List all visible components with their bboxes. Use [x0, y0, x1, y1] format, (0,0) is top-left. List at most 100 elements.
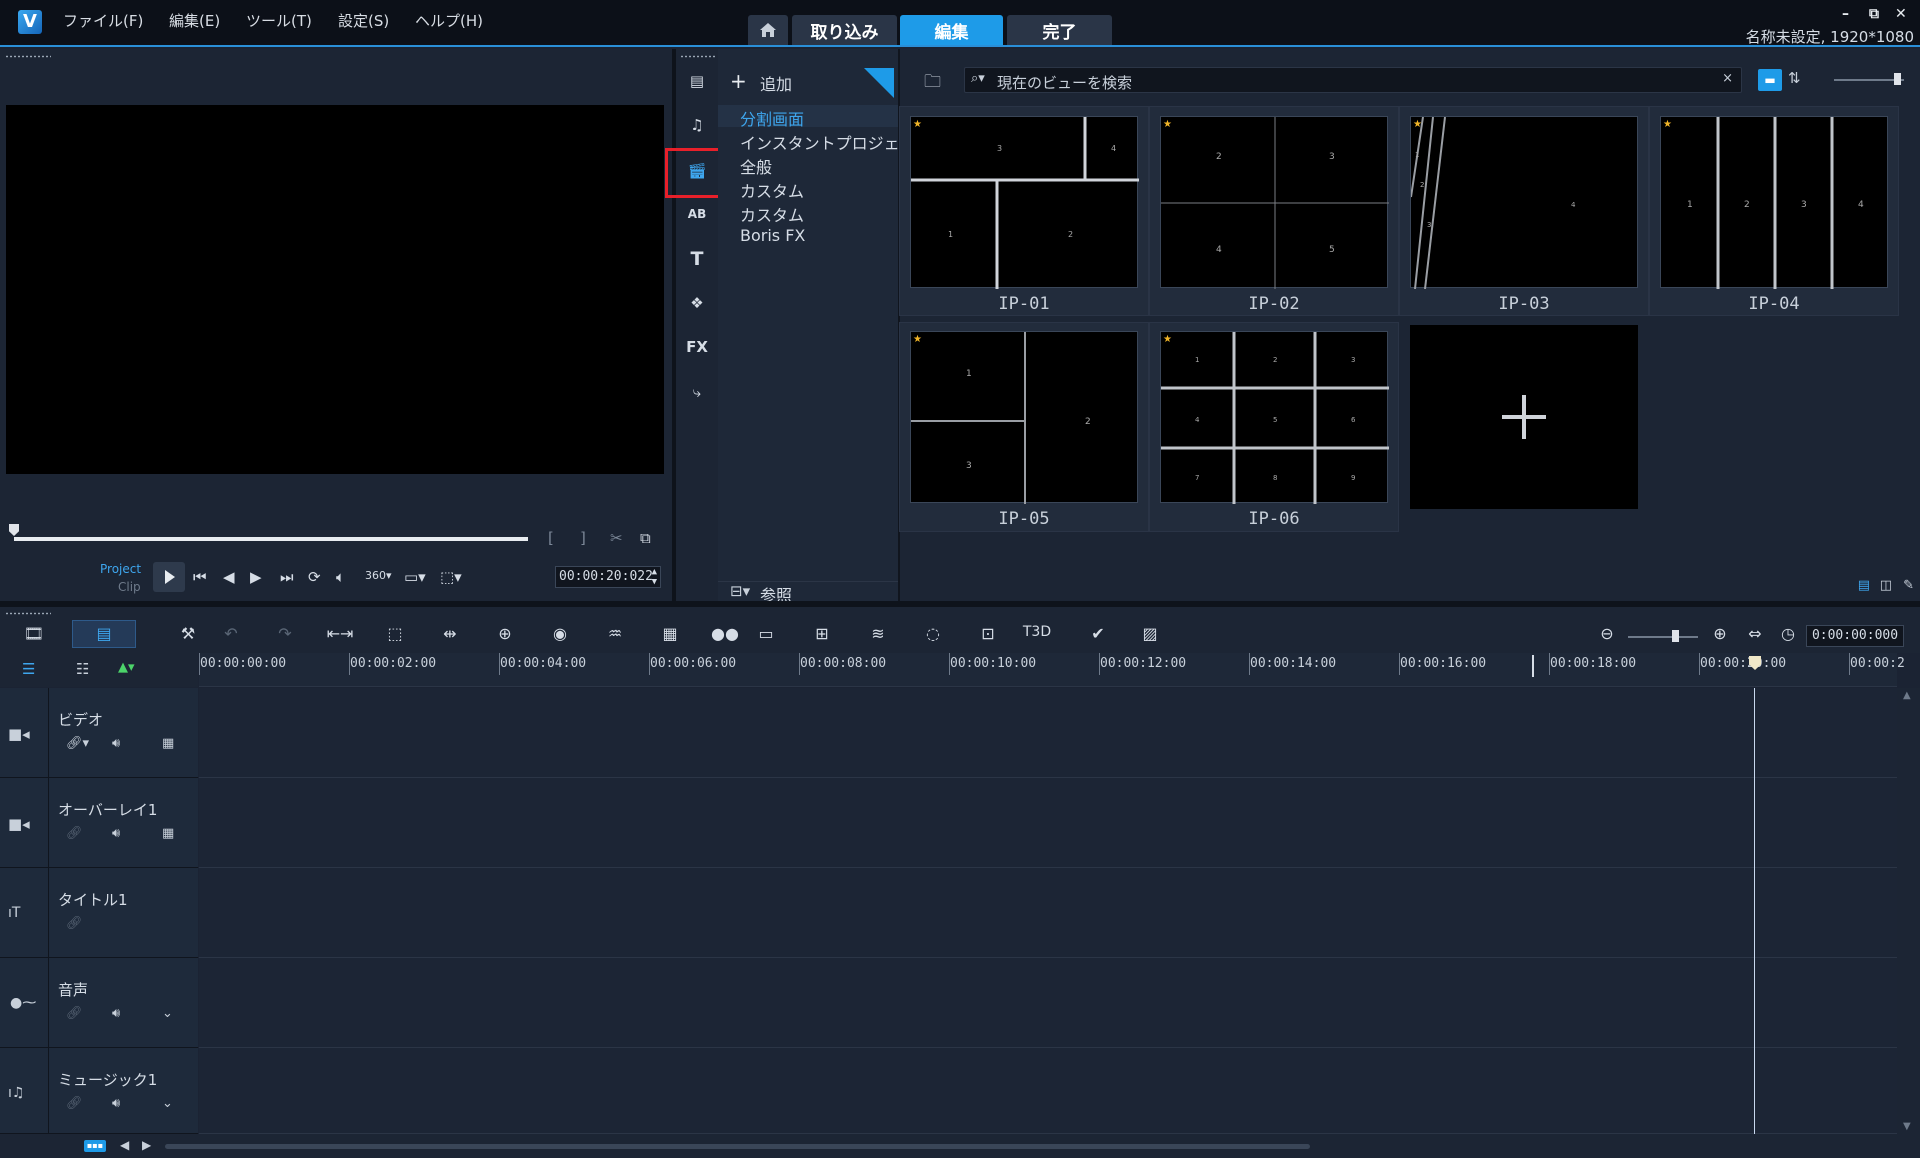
add-button[interactable]: 追加 [760, 71, 792, 95]
end-frame-icon[interactable]: ⏭ [280, 567, 294, 587]
list-view-button[interactable]: ▬ [1758, 69, 1782, 91]
scroll-up-icon[interactable]: ▲ [1903, 690, 1911, 701]
3d-title-icon[interactable]: T3D [1022, 624, 1052, 640]
add-icon[interactable]: + [730, 69, 747, 93]
track-voice[interactable] [199, 958, 1897, 1048]
link-icon[interactable]: 🔗︎▾ [66, 736, 89, 751]
toolbox-icon[interactable]: ⚒ [173, 624, 203, 643]
title-icon[interactable]: T [684, 249, 710, 275]
track-header-title[interactable] [0, 868, 198, 958]
pointer-mode-icon[interactable]: ⬚▾ [440, 567, 462, 587]
player-timecode[interactable]: 00:00:20:022 ▲ ▼ [555, 566, 661, 588]
time-ruler[interactable] [199, 653, 1897, 687]
thumbnail-ip-06[interactable]: 1 2 3 4 5 6 7 8 9 ★ [1160, 331, 1389, 504]
fit-timeline-icon[interactable]: ⇤⇥ [325, 624, 355, 643]
category-custom-1[interactable]: カスタム [740, 178, 804, 202]
thumbnail-ip-01[interactable]: 1 2 3 4 ★ [910, 116, 1139, 289]
thumbnail-ip-03[interactable]: 1 2 3 4 ★ [1410, 116, 1638, 289]
project-mode-label[interactable]: Project [100, 562, 141, 576]
slider-thumb[interactable] [1894, 73, 1901, 85]
mark-out-icon[interactable]: ] [580, 528, 586, 548]
360-icon[interactable]: 360▾ [365, 566, 392, 586]
scrubber-bar[interactable] [14, 537, 528, 541]
timeline-mode-icon[interactable]: ▪▪▪ [84, 1140, 106, 1152]
scrubber-handle[interactable] [9, 524, 19, 536]
mute-icon[interactable]: 🔊︎ [112, 1096, 120, 1111]
color-grading-icon[interactable]: ◉ [545, 624, 575, 643]
play-button[interactable] [153, 562, 185, 592]
thumbnail-ip-05[interactable]: 1 2 3 ★ [910, 331, 1138, 504]
category-general[interactable]: 全般 [740, 154, 772, 178]
media-icon[interactable]: ▤ [684, 71, 710, 97]
thumbnail-ip-04[interactable]: 1 2 3 4 ★ [1660, 116, 1888, 289]
restore-button[interactable]: ⧉ [1869, 6, 1879, 22]
link-icon[interactable]: 🔗︎ [66, 916, 83, 931]
category-boris-fx[interactable]: Boris FX [740, 226, 805, 245]
thumbnail-ip-02[interactable]: 2 3 4 5 ★ [1160, 116, 1389, 289]
browse-icon[interactable]: ⊟▾ [730, 582, 750, 600]
track-video[interactable] [199, 688, 1897, 778]
timeline-view-button[interactable]: ▤ [72, 620, 136, 648]
link-icon[interactable]: 🔗︎ [66, 1006, 83, 1021]
clip-mode-label[interactable]: Clip [118, 580, 141, 594]
timecode-spinner-icon[interactable]: ▲ ▼ [652, 567, 657, 587]
mark-in-icon[interactable]: [ [548, 528, 554, 548]
add-marker-icon[interactable]: ▲▾ [118, 660, 135, 675]
zoom-slider[interactable] [1628, 630, 1698, 642]
tab-home[interactable] [748, 15, 788, 45]
track-manager-icon[interactable]: ☰ [22, 660, 35, 678]
minimize-button[interactable]: – [1842, 6, 1849, 22]
motion-icon[interactable]: ≋ [863, 624, 893, 643]
horizontal-scrollbar[interactable] [165, 1144, 1310, 1149]
track-title[interactable] [199, 868, 1897, 958]
fit-project-icon[interactable]: ⇔ [1740, 624, 1770, 643]
import-folder-icon[interactable]: 🗀︎ [924, 69, 941, 98]
zoom-in-icon[interactable]: ⊕ [1705, 624, 1735, 643]
split-view-icon[interactable]: ◫ [1880, 578, 1892, 593]
timeline-timecode[interactable]: 0:00:00:000 [1806, 625, 1904, 647]
track-music[interactable] [199, 1048, 1897, 1134]
multicam-icon[interactable]: ▦ [655, 624, 685, 643]
mute-icon[interactable]: 🔊︎ [112, 1006, 120, 1021]
repeat-icon[interactable]: ⟳ [308, 567, 321, 587]
enlarge-preview-icon[interactable]: ⧉ [640, 528, 651, 548]
audio-mixer-icon[interactable]: ♒︎ [600, 624, 630, 643]
panel-view-icon[interactable]: ▤ [1858, 578, 1870, 593]
menu-tools[interactable]: ツール(T) [246, 10, 312, 31]
close-button[interactable]: ✕ [1895, 6, 1907, 22]
scroll-right-icon[interactable]: ▶ [142, 1138, 151, 1152]
track-overlay[interactable] [199, 778, 1897, 868]
link-icon[interactable]: 🔗︎ [66, 826, 83, 841]
slider-thumb[interactable] [1672, 630, 1679, 642]
split-screen-icon[interactable]: ⊞ [807, 624, 837, 643]
graphics-icon[interactable]: ❖ [684, 293, 710, 319]
chroma-icon[interactable]: ▦ [162, 826, 174, 841]
link-icon[interactable]: 🔗︎ [66, 1096, 83, 1111]
expand-icon[interactable]: ⌄ [162, 1096, 173, 1111]
path-icon[interactable]: ⤷ [684, 382, 710, 408]
scroll-down-icon[interactable]: ▼ [1903, 1121, 1911, 1132]
panel-grip[interactable] [5, 55, 51, 58]
menu-file[interactable]: ファイル(F) [63, 10, 143, 31]
volume-icon[interactable]: 🔈︎ [336, 567, 345, 587]
home-frame-icon[interactable]: ⏮ [193, 567, 207, 587]
aspect-ratio-icon[interactable]: ▭▾ [404, 567, 426, 587]
auto-music-icon[interactable]: ▨ [1135, 624, 1165, 643]
menu-settings[interactable]: 設定(S) [338, 10, 389, 31]
add-template-button[interactable] [1410, 325, 1638, 509]
clock-icon[interactable]: ◷ [1773, 624, 1803, 643]
resize-icon[interactable]: ⬚ [380, 624, 410, 643]
ripple-icon[interactable]: ⊕ [490, 624, 520, 643]
mute-icon[interactable]: 🔊︎ [112, 826, 120, 841]
transition-icon[interactable]: AB [684, 204, 710, 230]
instant-project-icon[interactable]: 🎬︎ [684, 161, 710, 187]
blend-icon[interactable]: ●● [710, 624, 740, 643]
prev-frame-icon[interactable]: ◀︎ [223, 567, 235, 587]
mute-icon[interactable]: 🔊︎ [112, 736, 120, 751]
scissors-icon[interactable]: ✂ [610, 528, 623, 548]
redo-icon[interactable]: ↷ [270, 624, 300, 643]
next-frame-icon[interactable]: ▶︎ [250, 567, 262, 587]
thumbnail-size-slider[interactable] [1834, 73, 1904, 85]
category-custom-2[interactable]: カスタム [740, 202, 804, 226]
track-options-icon[interactable]: ☷ [76, 660, 89, 678]
